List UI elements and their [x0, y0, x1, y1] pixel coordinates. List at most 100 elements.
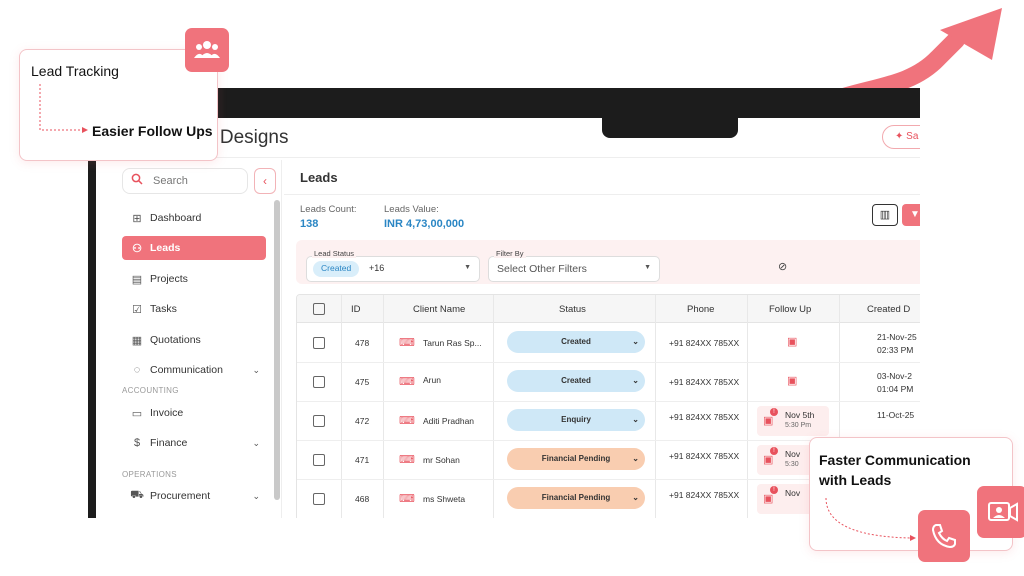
- sidebar-item-leads[interactable]: ⚇ Leads: [122, 236, 266, 260]
- message-icon[interactable]: ⌨: [399, 375, 415, 388]
- row-checkbox[interactable]: [313, 337, 325, 349]
- sidebar-item-label: Finance: [150, 437, 188, 449]
- sidebar-item-procurement[interactable]: ⛟ Procurement ⌄: [122, 484, 266, 508]
- chevron-down-icon: ⌄: [632, 337, 639, 346]
- created-date: 03-Nov-2: [877, 371, 912, 381]
- row-checkbox[interactable]: [313, 454, 325, 466]
- sidebar-item-quotations[interactable]: ▦ Quotations: [122, 328, 266, 352]
- header-created-date[interactable]: Created D: [867, 304, 910, 315]
- row-checkbox[interactable]: [313, 493, 325, 505]
- sidebar-item-invoice[interactable]: ▭ Invoice: [122, 401, 266, 425]
- quotations-icon: ▦: [131, 334, 143, 347]
- invoice-icon: ▭: [131, 407, 143, 420]
- filter-button[interactable]: ▼: [902, 204, 920, 226]
- table-row[interactable]: 475 ⌨ Arun Created ⌄ +91 824XX 785XX ▣ 03…: [297, 363, 920, 402]
- client-name[interactable]: ms Shweta: [423, 494, 465, 504]
- tasks-icon: ☑: [132, 303, 142, 316]
- created-date: 21-Nov-25: [877, 332, 917, 342]
- search-icon: [131, 173, 143, 185]
- created-time: 01:04 PM: [877, 384, 914, 394]
- message-icon[interactable]: ⌨: [399, 492, 415, 505]
- projects-icon: ▤: [131, 273, 143, 286]
- camera-notch: [602, 116, 738, 138]
- header-phone[interactable]: Phone: [687, 304, 714, 315]
- clear-filter-icon[interactable]: ⊘: [778, 260, 787, 273]
- status-dropdown[interactable]: Enquiry ⌄: [507, 409, 645, 431]
- status-chip[interactable]: Created: [313, 261, 360, 277]
- filter-by-select[interactable]: Select Other Filters ▼: [488, 256, 660, 282]
- lead-status-label: Lead Status: [312, 249, 357, 258]
- calendar-icon: ▣: [763, 454, 774, 466]
- sidebar-item-label: Procurement: [150, 490, 211, 502]
- leads-count-value: 138: [300, 218, 319, 230]
- search-input[interactable]: Search: [153, 175, 188, 187]
- select-all-checkbox[interactable]: [313, 303, 325, 315]
- row-checkbox[interactable]: [313, 415, 325, 427]
- phone: +91 824XX 785XX: [669, 490, 740, 500]
- caret-down-icon: ▼: [644, 264, 651, 271]
- lead-tracking-text: Lead Tracking: [31, 63, 119, 79]
- table-row[interactable]: 478 ⌨ Tarun Ras Sp... Created ⌄ +91 824XX…: [297, 324, 920, 363]
- client-name[interactable]: Tarun Ras Sp...: [423, 338, 482, 348]
- message-icon[interactable]: ⌨: [399, 336, 415, 349]
- header-follow-up[interactable]: Follow Up: [769, 304, 811, 315]
- filter-by-label: Filter By: [494, 249, 526, 258]
- sidebar-item-communication[interactable]: ◌ Communication ⌄: [122, 358, 266, 382]
- chevron-down-icon: ⌄: [252, 437, 260, 448]
- lead-id: 478: [355, 338, 370, 348]
- alert-dot: !: [770, 408, 778, 416]
- sidebar-item-tasks[interactable]: ☑ Tasks: [122, 297, 266, 321]
- sidebar-item-label: Quotations: [150, 334, 201, 346]
- header-client-name[interactable]: Client Name: [413, 304, 465, 315]
- follow-up-time: 5:30 Pm: [785, 422, 812, 429]
- collapse-sidebar-button[interactable]: ‹: [254, 168, 276, 194]
- filter-by-placeholder: Select Other Filters: [497, 263, 587, 275]
- chevron-down-icon: ⌄: [632, 454, 639, 463]
- sidebar-item-finance[interactable]: $ Finance ⌄: [122, 431, 266, 455]
- client-name[interactable]: Arun: [423, 375, 441, 385]
- phone-icon: [918, 510, 970, 562]
- status-dropdown[interactable]: Financial Pending ⌄: [507, 448, 645, 470]
- sidebar-item-dashboard[interactable]: ⊞ Dashboard: [122, 206, 266, 230]
- table-row[interactable]: 472 ⌨ Aditi Pradhan Enquiry ⌄ +91 824XX 7…: [297, 402, 920, 441]
- created-time: 02:33 PM: [877, 345, 914, 355]
- message-icon[interactable]: ⌨: [399, 414, 415, 427]
- table-header: ID Client Name Status Phone Follow Up Cr…: [297, 295, 920, 323]
- status-dropdown[interactable]: Created ⌄: [507, 331, 645, 353]
- sidebar-item-label: Dashboard: [150, 212, 202, 224]
- people-icon: [185, 28, 229, 72]
- top-action-button[interactable]: ✦ Sa: [882, 125, 920, 149]
- sidebar-item-projects[interactable]: ▤ Projects: [122, 267, 266, 291]
- chat-icon: ◌: [133, 364, 141, 376]
- lead-id: 471: [355, 455, 370, 465]
- client-name[interactable]: mr Sohan: [423, 455, 460, 465]
- faster-communication-text: Faster Communication with Leads: [819, 452, 971, 488]
- calendar-add-icon[interactable]: ▣: [787, 374, 797, 387]
- calendar-add-icon[interactable]: ▣: [787, 335, 797, 348]
- chevron-down-icon: ⌄: [632, 376, 639, 385]
- lead-id: 468: [355, 494, 370, 504]
- sidebar-scrollbar[interactable]: [274, 200, 280, 500]
- connector-arrow-icon: [39, 84, 88, 133]
- leads-icon: ⚇: [132, 242, 142, 255]
- filter-icon: ▼: [910, 209, 920, 220]
- message-icon[interactable]: ⌨: [399, 453, 415, 466]
- video-call-icon: [977, 486, 1024, 538]
- header-id[interactable]: ID: [351, 304, 361, 315]
- alert-dot: !: [770, 447, 778, 455]
- client-name[interactable]: Aditi Pradhan: [423, 416, 474, 426]
- cart-icon: ⛟: [130, 489, 144, 501]
- header-status[interactable]: Status: [559, 304, 586, 315]
- more-count: +16: [369, 263, 385, 273]
- columns-button[interactable]: ▥: [872, 204, 898, 226]
- alert-dot: !: [770, 486, 778, 494]
- lead-status-select[interactable]: Created +16 ▼: [306, 256, 480, 282]
- top-bar: e Designs ✦ Sa: [96, 118, 920, 158]
- sidebar-item-label: Invoice: [150, 407, 184, 419]
- follow-up-time: 5:30: [785, 461, 799, 468]
- status-dropdown[interactable]: Created ⌄: [507, 370, 645, 392]
- status-dropdown[interactable]: Financial Pending ⌄: [507, 487, 645, 509]
- row-checkbox[interactable]: [313, 376, 325, 388]
- search-box[interactable]: Search: [122, 168, 248, 194]
- follow-up-badge[interactable]: ▣! Nov 5th 5:30 Pm: [757, 406, 829, 436]
